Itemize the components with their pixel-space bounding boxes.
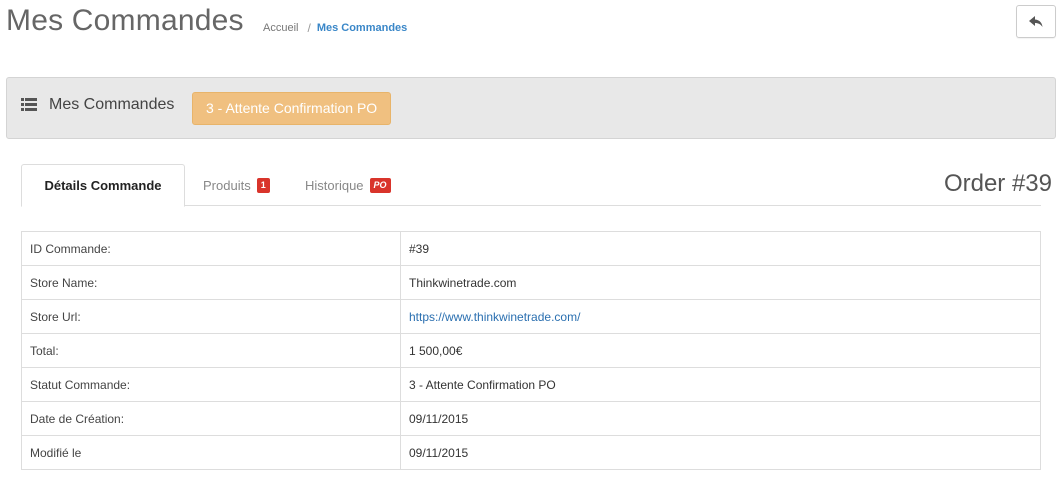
- panel-title: Mes Commandes: [49, 96, 175, 113]
- back-button[interactable]: [1016, 5, 1056, 38]
- table-row: Date de Création: 09/11/2015: [21, 401, 1041, 436]
- detail-label: ID Commande:: [21, 231, 401, 266]
- detail-value: 09/11/2015: [400, 401, 1041, 436]
- table-row: Modifié le 09/11/2015: [21, 435, 1041, 470]
- tab-details-label: Détails Commande: [44, 178, 162, 193]
- detail-value: https://www.thinkwinetrade.com/: [400, 299, 1041, 334]
- products-count-badge: 1: [256, 177, 270, 193]
- page-title: Mes Commandes: [6, 4, 244, 37]
- orders-panel-bar: Mes Commandes 3 - Attente Confirmation P…: [6, 77, 1056, 139]
- detail-label: Modifié le: [21, 435, 401, 470]
- breadcrumb: Accueil / Mes Commandes: [263, 21, 407, 35]
- order-status-badge: 3 - Attente Confirmation PO: [192, 92, 392, 125]
- order-tabs: Détails Commande Produits 1 Historique P…: [21, 164, 1041, 207]
- detail-label: Statut Commande:: [21, 367, 401, 402]
- breadcrumb-home-link[interactable]: Accueil: [263, 22, 298, 34]
- order-number-title: Order #39: [943, 170, 1052, 197]
- detail-label: Date de Création:: [21, 401, 401, 436]
- table-row: Store Url: https://www.thinkwinetrade.co…: [21, 299, 1041, 334]
- detail-value: 3 - Attente Confirmation PO: [400, 367, 1041, 402]
- detail-label: Total:: [21, 333, 401, 368]
- detail-value: #39: [400, 231, 1041, 266]
- tab-history-label: Historique: [305, 177, 364, 193]
- table-row: Store Name: Thinkwinetrade.com: [21, 265, 1041, 300]
- tab-products[interactable]: Produits 1: [203, 164, 270, 206]
- breadcrumb-current[interactable]: Mes Commandes: [317, 22, 407, 34]
- page-header: Mes Commandes Accueil / Mes Commandes: [0, 0, 1063, 60]
- tab-history[interactable]: Historique PO: [305, 164, 391, 206]
- detail-label: Store Url:: [21, 299, 401, 334]
- table-row: ID Commande: #39: [21, 231, 1041, 266]
- reply-arrow-icon: [1029, 15, 1043, 27]
- tab-details[interactable]: Détails Commande: [21, 164, 185, 207]
- table-row: Statut Commande: 3 - Attente Confirmatio…: [21, 367, 1041, 402]
- history-po-badge: PO: [369, 177, 391, 193]
- detail-value: 09/11/2015: [400, 435, 1041, 470]
- table-row: Total: 1 500,00€: [21, 333, 1041, 368]
- detail-value: 1 500,00€: [400, 333, 1041, 368]
- order-details-table: ID Commande: #39 Store Name: Thinkwinetr…: [21, 231, 1041, 470]
- list-icon: [21, 98, 37, 111]
- store-url-link[interactable]: https://www.thinkwinetrade.com/: [409, 310, 580, 324]
- breadcrumb-separator: /: [307, 21, 311, 35]
- detail-label: Store Name:: [21, 265, 401, 300]
- tab-products-label: Produits: [203, 177, 251, 193]
- detail-value: Thinkwinetrade.com: [400, 265, 1041, 300]
